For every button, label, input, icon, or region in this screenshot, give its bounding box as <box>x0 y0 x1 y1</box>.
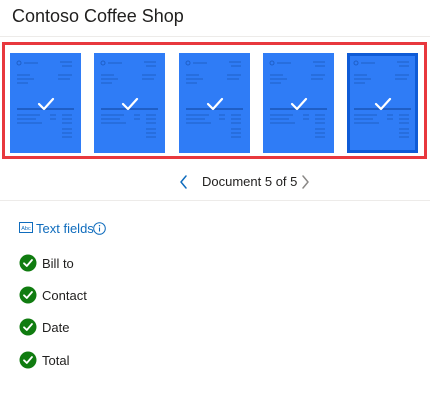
thumbnail-strip <box>2 42 427 159</box>
checkmark-icon <box>374 97 392 111</box>
svg-text:Abc: Abc <box>21 226 31 232</box>
field-label: Bill to <box>42 256 74 271</box>
text-fields-heading[interactable]: Text fields <box>36 221 94 236</box>
info-icon[interactable] <box>93 222 106 235</box>
document-thumbnail-2[interactable] <box>94 53 165 153</box>
pager-label: Document 5 of 5 <box>202 174 298 189</box>
check-circle-icon <box>19 286 37 304</box>
header: Contoso Coffee Shop <box>0 0 430 37</box>
document-thumbnail-3[interactable] <box>179 53 250 153</box>
check-circle-icon <box>19 351 37 369</box>
check-circle-icon <box>19 318 37 336</box>
checkmark-icon <box>37 97 55 111</box>
checkmark-icon <box>290 97 308 111</box>
document-thumbnail-1[interactable] <box>10 53 81 153</box>
abc-icon: Abc <box>19 222 33 233</box>
check-circle-icon <box>19 254 37 272</box>
field-label: Total <box>42 353 70 368</box>
checkmark-icon <box>121 97 139 111</box>
document-thumbnail-5[interactable] <box>347 53 418 153</box>
field-label: Date <box>42 320 70 335</box>
chevron-left-icon[interactable] <box>178 174 190 190</box>
chevron-right-icon[interactable] <box>299 174 311 190</box>
document-thumbnail-4[interactable] <box>263 53 334 153</box>
checkmark-icon <box>206 97 224 111</box>
page-title: Contoso Coffee Shop <box>12 6 184 26</box>
document-pager: Document 5 of 5 <box>0 172 430 192</box>
section-divider <box>0 200 430 201</box>
field-label: Contact <box>42 288 87 303</box>
